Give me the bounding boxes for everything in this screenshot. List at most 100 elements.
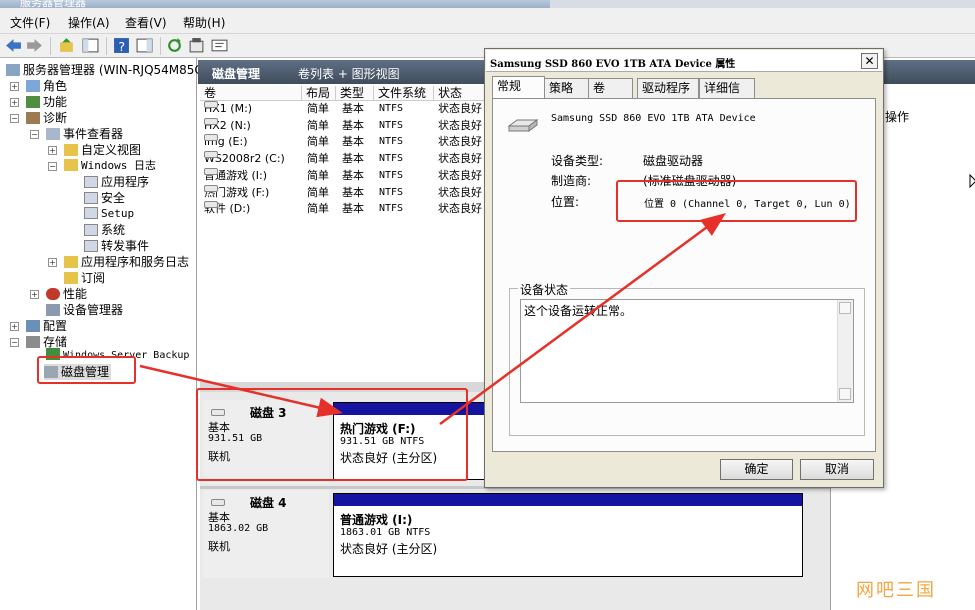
- tab-driver[interactable]: 驱动程序: [637, 78, 699, 98]
- expand-configuration-icon[interactable]: +: [10, 322, 19, 331]
- tab-general[interactable]: 常规: [492, 76, 545, 99]
- table-row[interactable]: img (E:) 简单 基本 NTFS 状态良好: [200, 134, 486, 150]
- column-header-type[interactable]: 类型: [336, 86, 374, 101]
- device-type-value: 磁盘驱动器: [643, 154, 704, 168]
- forward-icon[interactable]: [26, 37, 43, 54]
- tab-details[interactable]: 详细信息: [699, 78, 755, 113]
- tree-item-diagnostics[interactable]: 诊断: [26, 110, 67, 126]
- expand-app-service-logs-icon[interactable]: +: [48, 258, 57, 267]
- tab-policies[interactable]: 策略: [544, 78, 589, 98]
- pane-title: 磁盘管理: [212, 67, 261, 81]
- cell-status: 状态良好: [438, 118, 482, 132]
- menu-help[interactable]: 帮助(H): [183, 14, 225, 31]
- scroll-down-icon[interactable]: [839, 388, 851, 400]
- menu-action[interactable]: 操作(A): [68, 14, 110, 31]
- tab-volumes[interactable]: 卷: [588, 78, 633, 98]
- toolbar-separator: [160, 37, 161, 55]
- cancel-button[interactable]: 取消: [800, 459, 874, 480]
- disk-4-label[interactable]: 磁盘 4 基本 1863.02 GB 联机: [203, 490, 329, 578]
- tree-item-custom-views[interactable]: 自定义视图: [64, 142, 141, 158]
- tree-item-system-log[interactable]: 系统: [84, 222, 125, 238]
- refresh-icon[interactable]: [166, 37, 183, 54]
- partition-size: 1863.01 GB NTFS: [340, 527, 431, 538]
- table-row[interactable]: WS2008r2 (C:) 简单 基本 NTFS 状态良好: [200, 151, 486, 167]
- tree-item-roles[interactable]: 角色: [26, 78, 67, 94]
- tree-item-device-manager[interactable]: 设备管理器: [46, 302, 123, 318]
- disk-drive-icon: [211, 496, 227, 509]
- cell-layout: 简单: [307, 185, 329, 199]
- action-pane-icon[interactable]: [136, 37, 153, 54]
- location-label: 位置:: [551, 195, 580, 209]
- cell-status: 状态良好: [438, 185, 482, 199]
- table-row[interactable]: 软件 (D:) 简单 基本 NTFS 状态良好: [200, 201, 486, 217]
- window-titlebar: 服务器管理器: [0, 0, 975, 9]
- status-scrollbar[interactable]: [837, 300, 853, 402]
- close-icon[interactable]: ✕: [861, 53, 878, 69]
- tree-item-label: 功能: [43, 95, 68, 109]
- column-header-volume[interactable]: 卷: [200, 86, 302, 101]
- table-row[interactable]: HX2 (N:) 简单 基本 NTFS 状态良好: [200, 117, 486, 134]
- tree-item-subscriptions[interactable]: 订阅: [64, 270, 105, 286]
- cell-type: 基本: [342, 168, 364, 182]
- storage-icon: [26, 336, 40, 348]
- tree-item-forwarded-events[interactable]: 转发事件: [84, 238, 149, 254]
- tree-root[interactable]: 服务器管理器 (WIN-RJQ54M85GL: [6, 62, 210, 78]
- expand-performance-icon[interactable]: +: [30, 290, 39, 299]
- help-icon[interactable]: ?: [113, 37, 130, 54]
- tree-item-label: 诊断: [43, 111, 68, 125]
- menu-file[interactable]: 文件(F): [10, 14, 50, 31]
- up-folder-icon[interactable]: [58, 37, 75, 54]
- column-header-layout[interactable]: 布局: [302, 86, 336, 101]
- device-status-textbox[interactable]: 这个设备运转正常。: [520, 299, 854, 403]
- expand-custom-views-icon[interactable]: +: [48, 146, 57, 155]
- cell-layout: 简单: [307, 202, 329, 216]
- tree-item-label: 安全: [101, 191, 126, 205]
- highlight-disk-management: [37, 356, 136, 384]
- subscriptions-icon: [64, 272, 78, 284]
- tree-item-application-log[interactable]: 应用程序: [84, 174, 149, 190]
- collapse-windows-logs-icon[interactable]: −: [48, 162, 57, 171]
- ok-button[interactable]: 确定: [720, 459, 793, 480]
- console-tree-icon[interactable]: [82, 37, 99, 54]
- tree-item-performance[interactable]: 性能: [46, 286, 87, 302]
- table-row[interactable]: HX1 (M:) 简单 基本 NTFS 状态良好: [200, 101, 486, 117]
- volume-icon: [204, 167, 218, 175]
- column-header-filesystem[interactable]: 文件系统: [374, 86, 434, 101]
- event-viewer-icon: [46, 128, 60, 140]
- tree-item-app-service-logs[interactable]: 应用程序和服务日志: [64, 254, 189, 270]
- tree-item-setup-log[interactable]: Setup: [84, 206, 134, 222]
- collapse-storage-icon[interactable]: −: [10, 338, 19, 347]
- properties-icon[interactable]: [188, 37, 205, 54]
- tree-item-features[interactable]: 功能: [26, 94, 67, 110]
- cell-layout: 简单: [307, 168, 329, 182]
- expand-roles-icon[interactable]: +: [10, 82, 19, 91]
- menu-bar: 文件(F) 操作(A) 查看(V) 帮助(H): [0, 8, 975, 34]
- tree-item-label: 事件查看器: [63, 127, 124, 141]
- toolbar-separator: [106, 37, 107, 55]
- device-manager-icon: [46, 304, 60, 316]
- device-status-text: 这个设备运转正常。: [524, 304, 633, 318]
- tree-item-security-log[interactable]: 安全: [84, 190, 125, 206]
- scroll-up-icon[interactable]: [839, 302, 851, 314]
- device-status-legend: 设备状态: [518, 281, 571, 298]
- tree-item-label: 角色: [43, 79, 68, 93]
- folder-icon: [64, 159, 78, 171]
- tree-item-configuration[interactable]: 配置: [26, 318, 67, 334]
- cell-fs: NTFS: [379, 186, 404, 198]
- table-row[interactable]: 热门游戏 (F:) 简单 基本 NTFS 状态良好: [200, 184, 486, 201]
- cell-fs: NTFS: [379, 103, 404, 114]
- partition-normal-games[interactable]: 普通游戏 (I:) 1863.01 GB NTFS 状态良好 (主分区): [333, 493, 803, 577]
- menu-view[interactable]: 查看(V): [125, 14, 167, 31]
- cell-layout: 简单: [307, 118, 329, 132]
- tree-item-label: 应用程序: [101, 175, 150, 189]
- disk-tool-icon[interactable]: [211, 37, 228, 54]
- actions-label: 操作: [885, 110, 910, 124]
- collapse-event-viewer-icon[interactable]: −: [30, 130, 39, 139]
- expand-features-icon[interactable]: +: [10, 98, 19, 107]
- collapse-diagnostics-icon[interactable]: −: [10, 114, 19, 123]
- tree-item-event-viewer[interactable]: 事件查看器: [46, 126, 123, 142]
- tree-item-windows-logs[interactable]: Windows 日志: [64, 158, 156, 174]
- dialog-title: Samsung SSD 860 EVO 1TB ATA Device 属性: [490, 59, 736, 70]
- back-icon[interactable]: [5, 37, 22, 54]
- table-row[interactable]: 普通游戏 (I:) 简单 基本 NTFS 状态良好: [200, 167, 486, 184]
